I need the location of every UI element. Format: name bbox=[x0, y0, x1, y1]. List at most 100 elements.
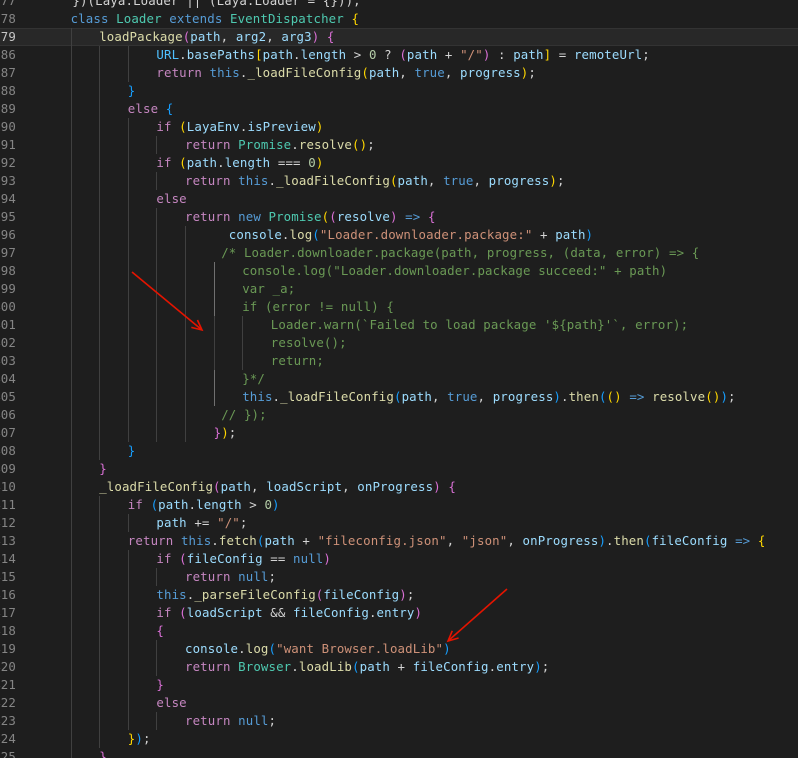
code-token: ; bbox=[239, 515, 248, 530]
indent-guide bbox=[99, 424, 101, 442]
code-line[interactable]: 399 var _a; bbox=[0, 280, 798, 298]
line-number: 407 bbox=[0, 424, 16, 442]
code-line[interactable]: 406 // }); bbox=[0, 406, 798, 424]
code-line[interactable]: 415 return null; bbox=[0, 568, 798, 586]
code-token: if bbox=[156, 155, 180, 170]
code-token: _loadFileConfig bbox=[247, 65, 362, 80]
code-line[interactable]: 400 if (error != null) { bbox=[0, 298, 798, 316]
code-line[interactable]: 417 if (loadScript && fileConfig.entry) bbox=[0, 604, 798, 622]
code-line[interactable]: 386URL.basePaths[path.length > 0 ? (path… bbox=[0, 46, 798, 64]
code-token: , bbox=[507, 533, 523, 548]
code-line[interactable]: 392 if (path.length === 0) bbox=[0, 154, 798, 172]
line-number: 398 bbox=[0, 262, 16, 280]
indent-guide bbox=[127, 424, 129, 442]
line-number: 409 bbox=[0, 460, 16, 478]
code-line[interactable]: 404}*/ bbox=[0, 370, 798, 388]
code-token: length bbox=[224, 155, 271, 170]
indent-guide bbox=[99, 712, 101, 730]
code-text: path += "/"; bbox=[156, 514, 247, 532]
code-line[interactable]: 418 { bbox=[0, 622, 798, 640]
line-number: 425 bbox=[0, 748, 16, 758]
code-line[interactable]: 414 if (fileConfig == null) bbox=[0, 550, 798, 568]
code-line[interactable]: 422 else bbox=[0, 694, 798, 712]
code-line[interactable]: 397 /* Loader.downloader.package(path, p… bbox=[0, 244, 798, 262]
code-token: , bbox=[431, 389, 448, 404]
code-line[interactable]: 396 console.log("Loader.downloader.packa… bbox=[0, 226, 798, 244]
code-line[interactable]: 393 return this._loadFileConfig(path, tru… bbox=[0, 172, 798, 190]
code-token: extends bbox=[169, 11, 230, 26]
code-line[interactable]: 277 })(Laya.Loader || (Laya.Loader = {})… bbox=[0, 0, 798, 10]
code-token: , bbox=[220, 29, 236, 44]
code-line[interactable]: 395return new Promise((resolve) => { bbox=[0, 208, 798, 226]
code-line[interactable]: 279 loadPackage(path, arg2, arg3) { bbox=[0, 28, 798, 46]
indent-guide bbox=[127, 208, 129, 226]
code-token: this bbox=[156, 587, 187, 602]
indent-guide bbox=[127, 172, 129, 190]
indent-guide bbox=[99, 694, 101, 712]
indent-guide bbox=[70, 532, 72, 550]
code-token: path bbox=[368, 65, 400, 80]
code-line[interactable]: 421} bbox=[0, 676, 798, 694]
line-number-text: 394 bbox=[0, 191, 16, 206]
indent-guide bbox=[99, 100, 101, 118]
indent-guide bbox=[70, 568, 72, 586]
code-token: ( bbox=[329, 209, 337, 224]
code-line[interactable]: 405this._loadFileConfig(path, true, prog… bbox=[0, 388, 798, 406]
code-line[interactable]: 394 else bbox=[0, 190, 798, 208]
code-text: if (error != null) { bbox=[242, 298, 394, 316]
code-line[interactable]: 402 resolve(); bbox=[0, 334, 798, 352]
code-line[interactable]: 401 Loader.warn(`Failed to load package '… bbox=[0, 316, 798, 334]
code-line[interactable]: 407}); bbox=[0, 424, 798, 442]
code-line[interactable]: 413return this.fetch(path + "fileconfig.… bbox=[0, 532, 798, 550]
code-line[interactable]: 411 if (path.length > 0) bbox=[0, 496, 798, 514]
code-line[interactable]: 423 return null; bbox=[0, 712, 798, 730]
code-line[interactable]: 390 if (LayaEnv.isPreview) bbox=[0, 118, 798, 136]
indent-guide bbox=[127, 514, 129, 532]
indent-guide bbox=[127, 244, 129, 262]
indent-guide bbox=[156, 388, 158, 406]
code-token: Browser bbox=[238, 659, 292, 674]
indent-guide bbox=[99, 496, 101, 514]
code-line[interactable]: 410 _loadFileConfig(path, loadScript, onP… bbox=[0, 478, 798, 496]
line-number-text: 397 bbox=[0, 245, 16, 260]
code-line[interactable]: 398 console.log("Loader.downloader.packag… bbox=[0, 262, 798, 280]
code-line[interactable]: 419 console.log("want Browser.loadLib") bbox=[0, 640, 798, 658]
code-text: } bbox=[128, 442, 136, 460]
code-line[interactable]: 389 else { bbox=[0, 100, 798, 118]
indent-guide bbox=[99, 568, 101, 586]
code-line[interactable]: 425} bbox=[0, 748, 798, 758]
code-line[interactable]: 278 class Loader extends EventDispatcher … bbox=[0, 10, 798, 28]
indent-guide bbox=[70, 730, 72, 748]
code-line[interactable]: 416 this._parseFileConfig(fileConfig); bbox=[0, 586, 798, 604]
code-token: ) bbox=[389, 209, 398, 224]
code-token: if bbox=[127, 497, 151, 512]
code-token: += bbox=[186, 515, 218, 530]
code-token: ) bbox=[553, 389, 561, 404]
code-line[interactable]: 408} bbox=[0, 442, 798, 460]
code-line[interactable]: 388} bbox=[0, 82, 798, 100]
indent-guide bbox=[127, 154, 129, 172]
indent-guide bbox=[70, 460, 72, 478]
code-line[interactable]: 409} bbox=[0, 460, 798, 478]
code-token: ( bbox=[179, 605, 187, 620]
code-line[interactable]: 424}); bbox=[0, 730, 798, 748]
code-token: return bbox=[185, 713, 239, 728]
code-line[interactable]: 387 return this._loadFileConfig(path, tru… bbox=[0, 64, 798, 82]
code-token: length bbox=[196, 497, 242, 512]
line-number-text: 423 bbox=[0, 713, 16, 728]
code-token: }*/ bbox=[242, 371, 265, 386]
indent-guide bbox=[213, 280, 215, 298]
code-line[interactable]: 420 return Browser.loadLib(path + fileCon… bbox=[0, 658, 798, 676]
code-token: ( bbox=[179, 155, 187, 170]
code-token: path bbox=[186, 155, 218, 170]
code-line[interactable]: 403 return; bbox=[0, 352, 798, 370]
code-line[interactable]: 391 return Promise.resolve(); bbox=[0, 136, 798, 154]
code-text: if (loadScript && fileConfig.entry) bbox=[156, 604, 422, 622]
code-line[interactable]: 412 path += "/"; bbox=[0, 514, 798, 532]
code-token: + bbox=[294, 533, 318, 548]
indent-guide bbox=[70, 64, 72, 82]
code-token: path bbox=[359, 659, 390, 674]
code-editor[interactable]: 277 })(Laya.Loader || (Laya.Loader = {})… bbox=[0, 0, 798, 758]
code-token: _loadFileConfig bbox=[99, 479, 214, 494]
